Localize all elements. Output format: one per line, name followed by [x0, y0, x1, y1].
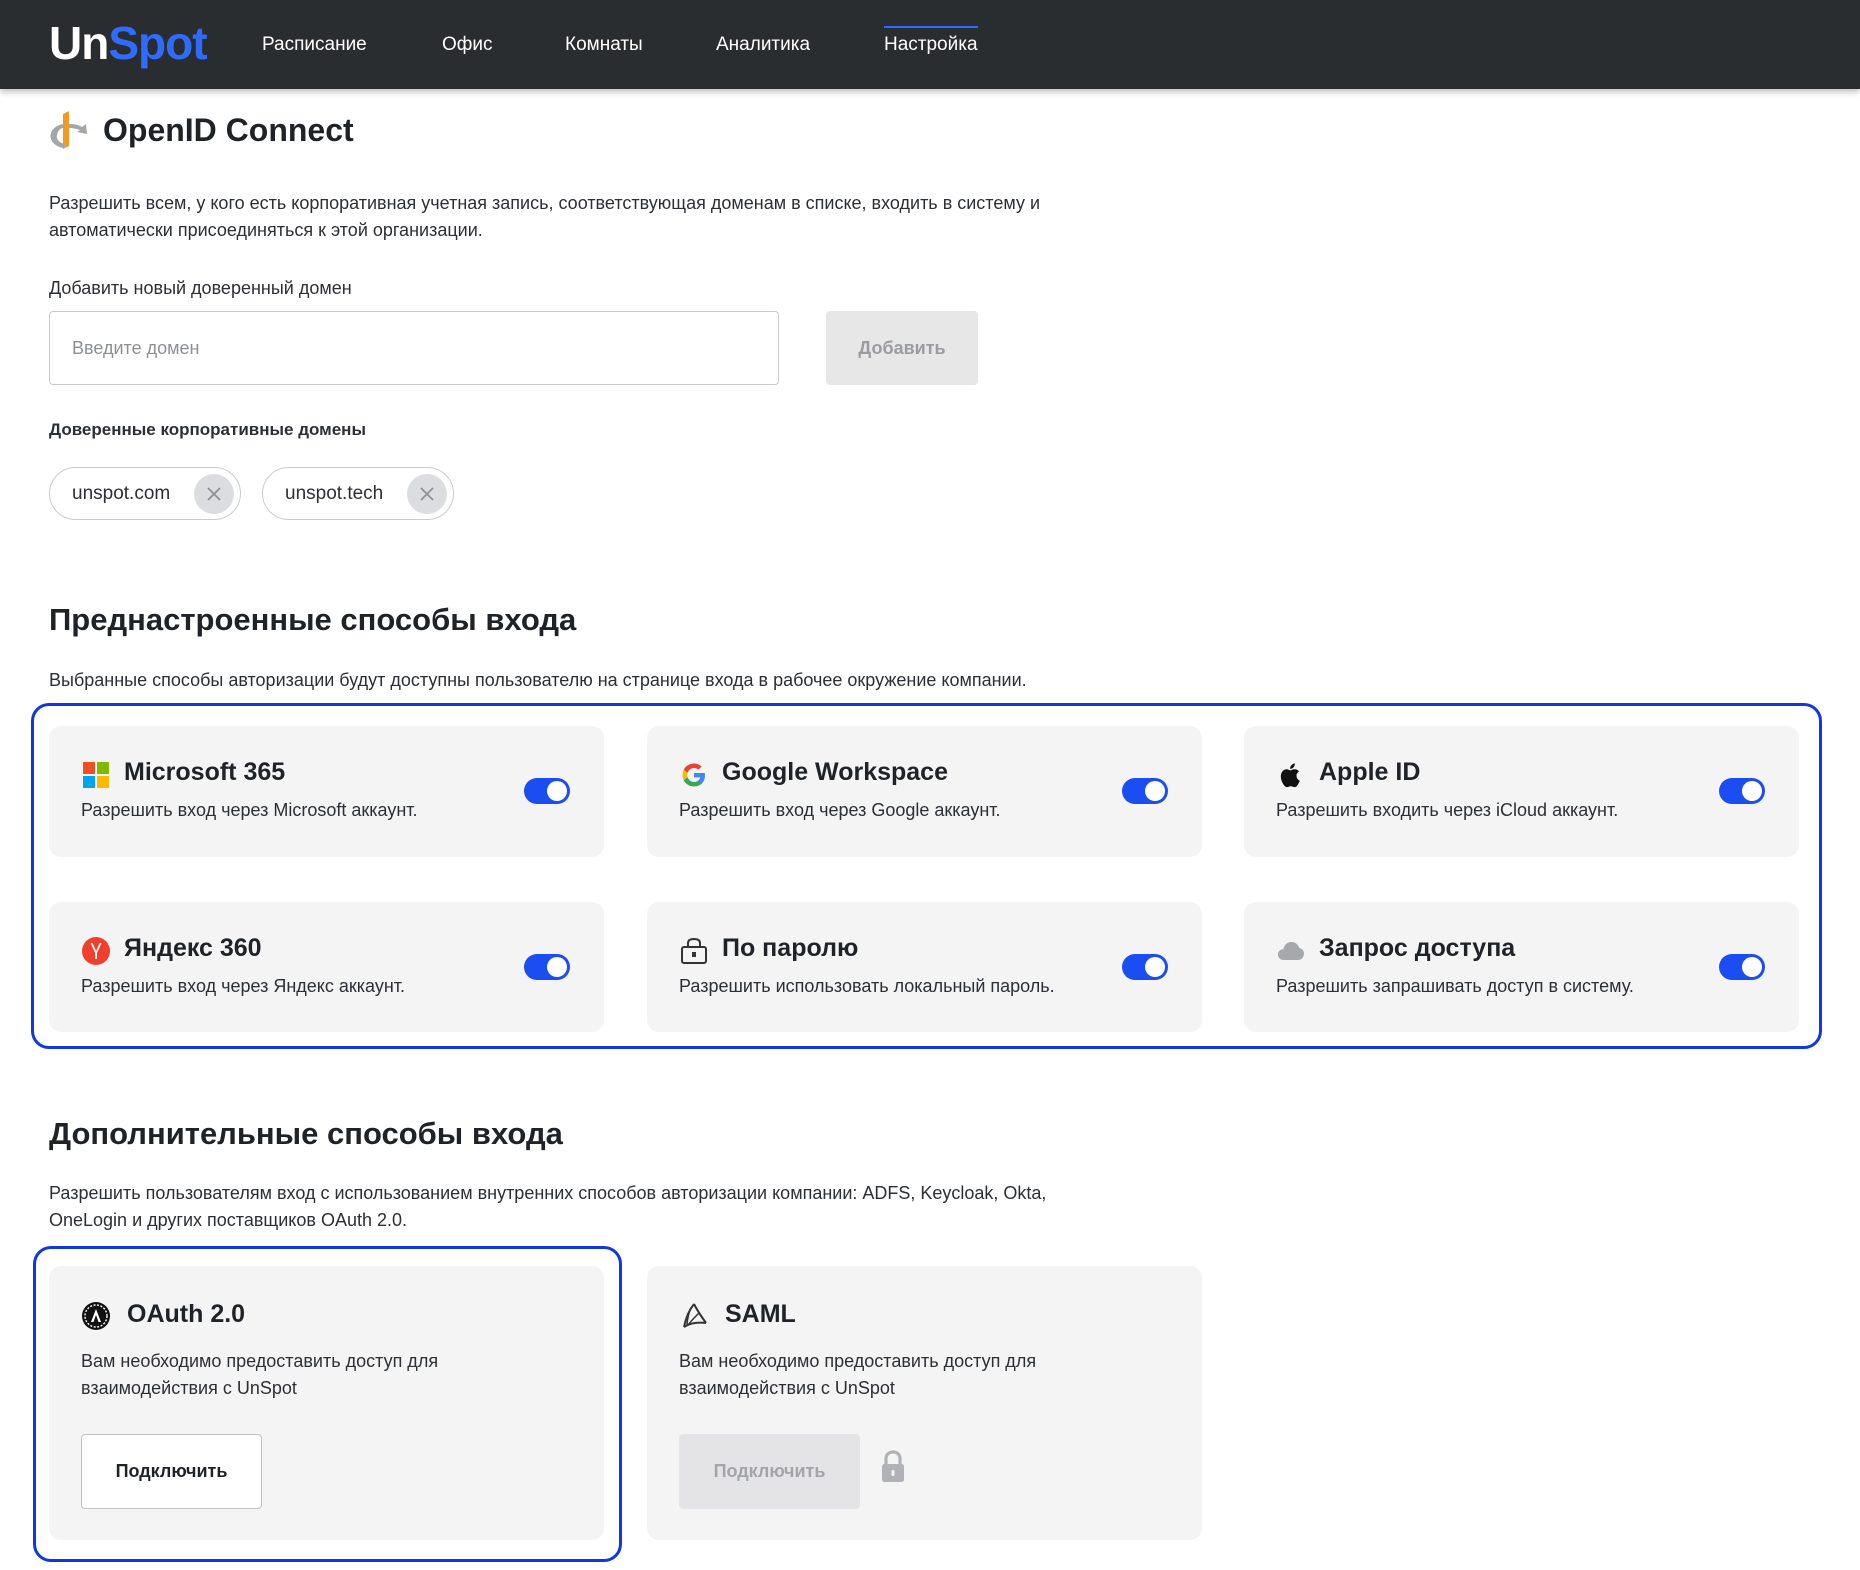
method-toggle[interactable]: [1122, 778, 1168, 804]
close-icon: [420, 487, 434, 501]
nav-item-office[interactable]: Офис: [442, 28, 493, 62]
top-navigation-bar: UnSpot Расписание Офис Комнаты Аналитика…: [0, 0, 1860, 89]
method-title: Google Workspace: [722, 758, 948, 786]
toggle-knob: [547, 781, 567, 801]
domain-chip: unspot.com: [49, 467, 241, 520]
nav-item-analytics[interactable]: Аналитика: [716, 28, 810, 62]
openid-description: Разрешить всем, у кого есть корпоративна…: [49, 190, 1149, 244]
method-title: Microsoft 365: [124, 758, 286, 786]
login-method-card: Яндекс 360 Разрешить вход через Яндекс а…: [49, 902, 604, 1032]
additional-description-line2: OneLogin и других поставщиков OAuth 2.0.: [49, 1210, 407, 1230]
toggle-knob: [1145, 957, 1165, 977]
page-title: OpenID Connect: [103, 112, 354, 148]
cloud-icon: [1278, 942, 1304, 960]
saml-connect-button: Подключить: [679, 1434, 860, 1509]
add-domain-button[interactable]: Добавить: [826, 311, 978, 385]
saml-title: SAML: [725, 1300, 796, 1328]
close-icon: [207, 487, 221, 501]
saml-description: Вам необходимо предоставить доступ для в…: [679, 1351, 1037, 1398]
saml-card: SAML Вам необходимо предоставить доступ …: [647, 1266, 1202, 1540]
login-method-card: Apple ID Разрешить входить через iCloud …: [1244, 726, 1799, 857]
method-title: Яндекс 360: [124, 934, 262, 962]
openid-description-line2: автоматически присоединяться к этой орга…: [49, 220, 483, 240]
method-title: Запрос доступа: [1319, 934, 1516, 962]
nav-item-schedule[interactable]: Расписание: [262, 28, 367, 62]
method-toggle[interactable]: [1719, 778, 1765, 804]
nav-item-settings[interactable]: Настройка: [884, 26, 978, 62]
domain-chip-label: unspot.tech: [285, 482, 384, 504]
domain-input[interactable]: [49, 311, 779, 385]
login-method-card: Запрос доступа Разрешить запрашивать дос…: [1244, 902, 1799, 1032]
method-description: Разрешить вход через Microsoft аккаунт.: [81, 800, 418, 820]
login-method-card: Google Workspace Разрешить вход через Go…: [647, 726, 1202, 857]
apple-icon: [1280, 763, 1300, 788]
method-toggle[interactable]: [1122, 954, 1168, 980]
method-description: Разрешить запрашивать доступ в систему.: [1276, 976, 1634, 996]
method-title: Apple ID: [1319, 758, 1421, 786]
openid-description-line1: Разрешить всем, у кого есть корпоративна…: [49, 193, 1040, 213]
method-description: Разрешить вход через Google аккаунт.: [679, 800, 1001, 820]
additional-section-title: Дополнительные способы входа: [49, 1116, 563, 1151]
unspot-logo[interactable]: UnSpot: [49, 18, 208, 68]
yandex-icon: [82, 937, 110, 965]
password-lock-icon: [681, 937, 707, 964]
login-method-card: Microsoft 365 Разрешить вход через Micro…: [49, 726, 604, 857]
preset-section-description: Выбранные способы авторизации будут дост…: [49, 670, 1027, 690]
oauth-card: OAuth 2.0 Вам необходимо предоставить до…: [49, 1266, 604, 1540]
method-toggle[interactable]: [524, 954, 570, 980]
method-description: Разрешить входить через iCloud аккаунт.: [1276, 800, 1619, 820]
oauth-connect-button[interactable]: Подключить: [81, 1434, 262, 1509]
additional-section-description: Разрешить пользователям вход с использов…: [49, 1180, 1199, 1234]
method-title: По паролю: [722, 934, 859, 962]
method-toggle[interactable]: [1719, 954, 1765, 980]
remove-domain-button[interactable]: [407, 474, 447, 514]
additional-description-line1: Разрешить пользователям вход с использов…: [49, 1183, 1047, 1203]
microsoft-icon: [83, 762, 109, 788]
method-description: Разрешить вход через Яндекс аккаунт.: [81, 976, 406, 996]
saml-icon: [683, 1303, 707, 1328]
oauth-title: OAuth 2.0: [127, 1300, 246, 1328]
toggle-knob: [547, 957, 567, 977]
openid-icon: [50, 111, 87, 149]
trusted-domains-label: Доверенные корпоративные домены: [49, 420, 366, 439]
preset-section-title: Преднастроенные способы входа: [49, 602, 577, 637]
lock-icon: [882, 1450, 904, 1482]
toggle-knob: [1145, 781, 1165, 801]
toggle-knob: [1742, 781, 1762, 801]
google-icon: [682, 763, 705, 787]
method-description: Разрешить использовать локальный пароль.: [679, 976, 1055, 996]
nav-item-rooms[interactable]: Комнаты: [565, 28, 643, 62]
login-method-card: По паролю Разрешить использовать локальн…: [647, 902, 1202, 1032]
remove-domain-button[interactable]: [194, 474, 234, 514]
method-toggle[interactable]: [524, 778, 570, 804]
toggle-knob: [1742, 957, 1762, 977]
domain-chip: unspot.tech: [262, 467, 454, 520]
oauth-description: Вам необходимо предоставить доступ для в…: [81, 1351, 439, 1398]
domain-chip-label: unspot.com: [72, 482, 171, 504]
add-domain-label: Добавить новый доверенный домен: [49, 278, 352, 298]
oauth-icon: [82, 1302, 110, 1330]
